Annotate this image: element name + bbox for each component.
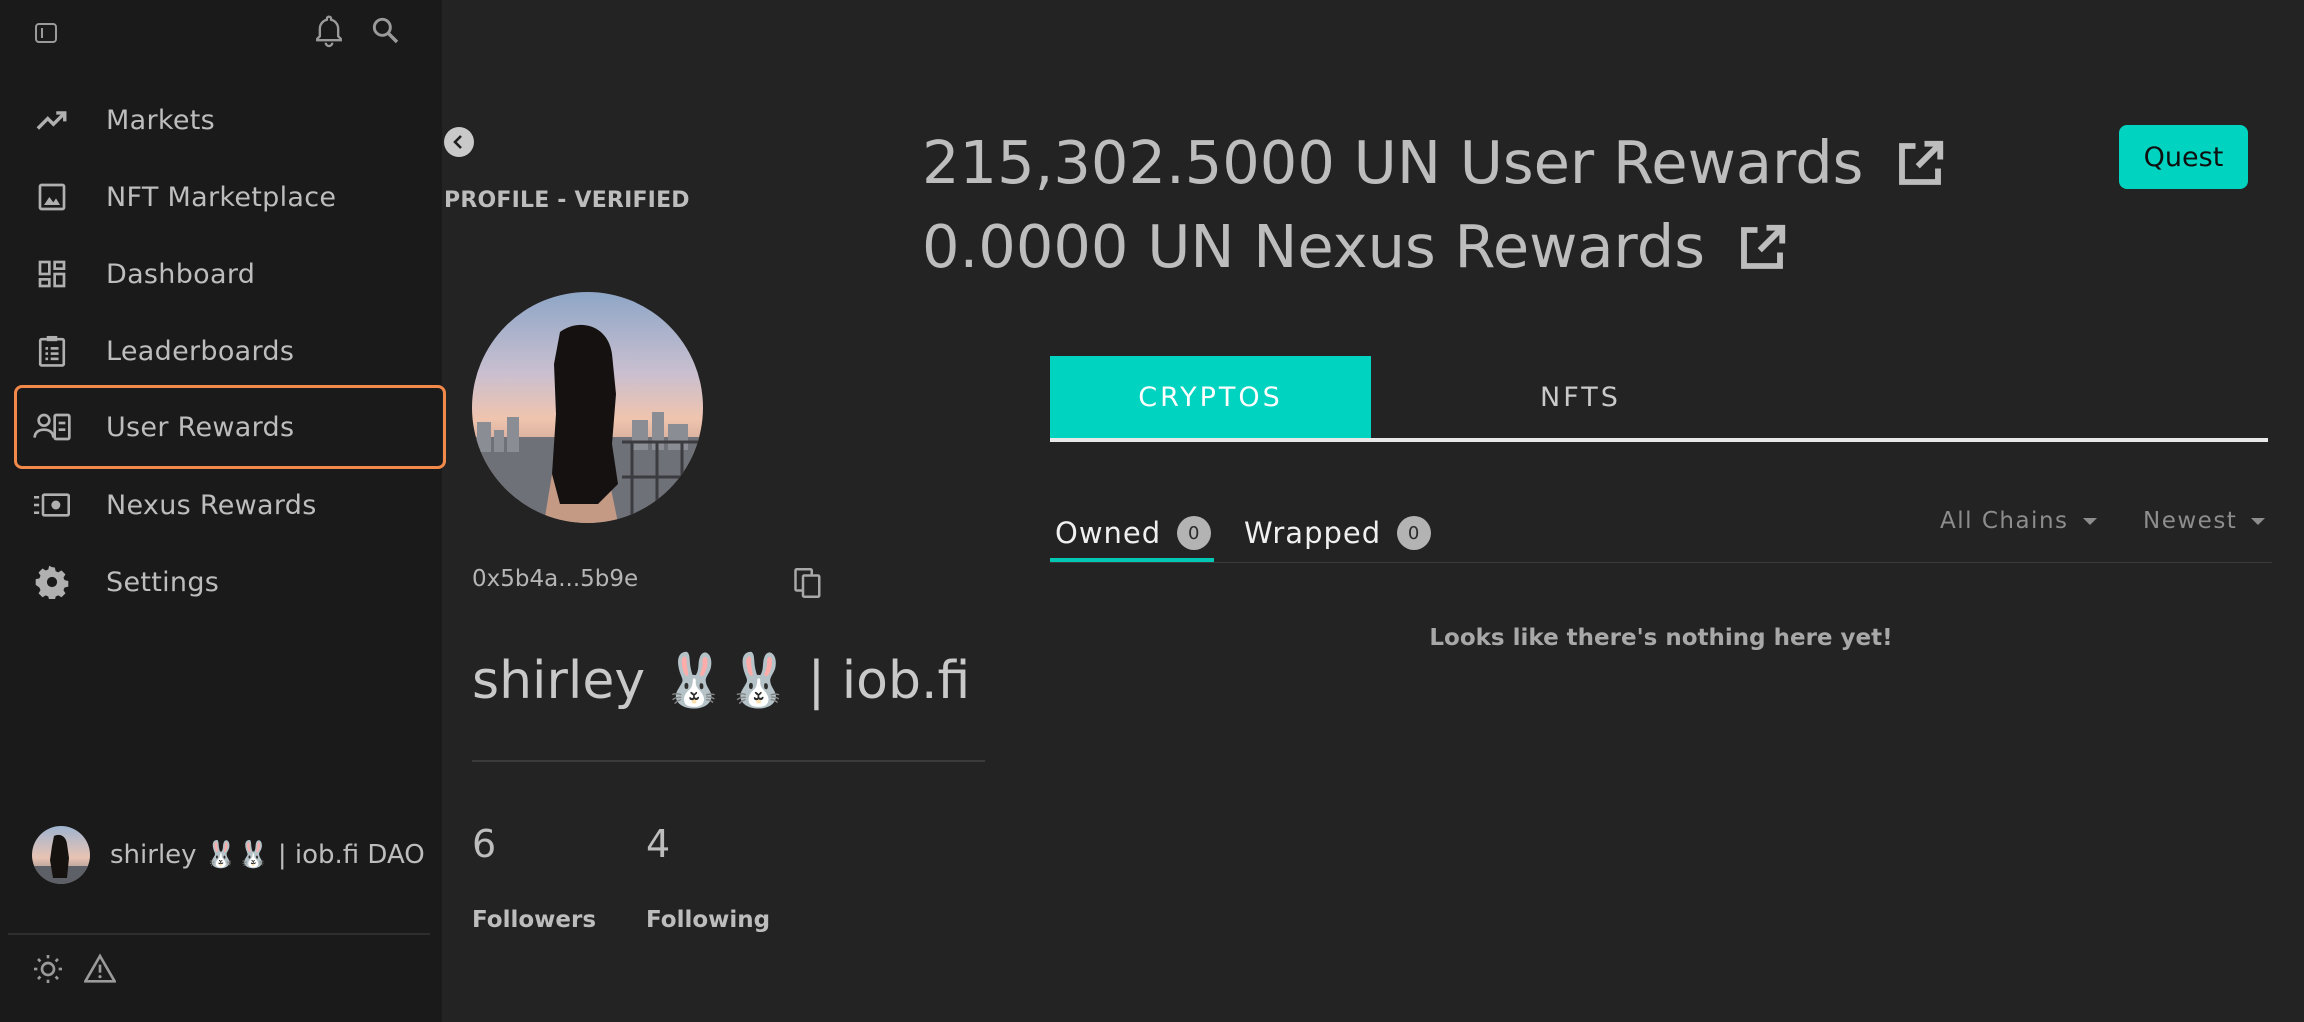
- image-icon: [32, 177, 72, 217]
- sidebar-item-settings[interactable]: Settings: [14, 540, 446, 624]
- warning-icon[interactable]: [83, 953, 117, 987]
- search-icon[interactable]: [369, 14, 401, 50]
- divider: [1050, 562, 2272, 563]
- followers-count: 6: [472, 822, 497, 866]
- trending-up-icon: [32, 100, 72, 140]
- wrapped-count-badge: 0: [1397, 516, 1432, 550]
- caret-down-icon: [2251, 517, 2266, 525]
- subtab-owned[interactable]: Owned 0: [1055, 516, 1212, 550]
- sidebar-item-leaderboards[interactable]: Leaderboards: [14, 309, 446, 393]
- tab-cryptos[interactable]: CRYPTOS: [1050, 356, 1371, 438]
- chain-filter-dropdown[interactable]: All Chains: [1940, 508, 2097, 534]
- nexus-rewards-total: 0.0000 UN Nexus Rewards: [922, 212, 1789, 281]
- sidebar-item-markets[interactable]: Markets: [14, 78, 446, 162]
- sidebar-item-label: User Rewards: [106, 411, 295, 443]
- profile-display-name: shirley 🐰🐰 | iob.fi ...: [472, 651, 992, 711]
- following-label[interactable]: Following: [646, 907, 770, 933]
- dashboard-icon: [32, 254, 72, 294]
- sidebar-toggle-icon[interactable]: [34, 21, 58, 49]
- sidebar-item-label: Nexus Rewards: [106, 489, 317, 521]
- profile-status: PROFILE - VERIFIED: [444, 188, 690, 213]
- wallet-address: 0x5b4a...5b9e: [472, 566, 639, 592]
- sidebar-item-label: Settings: [106, 566, 220, 598]
- back-button[interactable]: [444, 127, 474, 157]
- sidebar-item-label: Dashboard: [106, 258, 256, 290]
- user-rewards-text: 215,302.5000 UN User Rewards: [922, 128, 1864, 197]
- sidebar-item-nft-marketplace[interactable]: NFT Marketplace: [14, 155, 446, 239]
- tab-nfts[interactable]: NFTS: [1420, 356, 1741, 438]
- asset-tabs: CRYPTOS NFTS: [1050, 356, 2268, 442]
- subtab-owned-label: Owned: [1055, 516, 1162, 550]
- sort-value: Newest: [2143, 508, 2238, 534]
- copy-icon[interactable]: [793, 566, 823, 600]
- avatar: [32, 826, 90, 884]
- sidebar-user[interactable]: shirley 🐰🐰 | iob.fi DAO: [32, 826, 425, 884]
- sidebar-item-label: Markets: [106, 104, 215, 136]
- user-card-icon: [32, 407, 72, 447]
- sidebar-user-name: shirley 🐰🐰 | iob.fi DAO: [110, 840, 425, 870]
- sun-icon[interactable]: [32, 953, 64, 989]
- clipboard-list-icon: [32, 331, 72, 371]
- caret-down-icon: [2082, 517, 2097, 525]
- empty-state-message: Looks like there's nothing here yet!: [1429, 625, 1893, 651]
- subtab-wrapped[interactable]: Wrapped 0: [1244, 516, 1432, 550]
- subtab-wrapped-label: Wrapped: [1244, 516, 1382, 550]
- owned-count-badge: 0: [1177, 516, 1212, 550]
- profile-avatar: [472, 292, 703, 523]
- external-link-icon[interactable]: [1893, 136, 1947, 190]
- bell-icon[interactable]: [313, 14, 345, 52]
- quest-button[interactable]: Quest: [2119, 125, 2248, 189]
- chevron-left-icon: [453, 135, 462, 149]
- sidebar-item-user-rewards[interactable]: User Rewards: [14, 385, 446, 469]
- sidebar-item-nexus-rewards[interactable]: Nexus Rewards: [14, 463, 446, 547]
- chain-filter-value: All Chains: [1940, 508, 2069, 534]
- sidebar-item-label: NFT Marketplace: [106, 181, 337, 213]
- sidebar-item-dashboard[interactable]: Dashboard: [14, 232, 446, 316]
- external-link-icon[interactable]: [1735, 220, 1789, 274]
- following-count: 4: [646, 822, 671, 866]
- divider: [8, 933, 430, 935]
- nexus-rewards-text: 0.0000 UN Nexus Rewards: [922, 212, 1705, 281]
- divider: [472, 760, 985, 762]
- sidebar: Markets NFT Marketplace Dashboard Leader…: [0, 0, 446, 1022]
- sort-dropdown[interactable]: Newest: [2143, 508, 2266, 534]
- user-rewards-total: 215,302.5000 UN User Rewards: [922, 128, 1947, 197]
- followers-label[interactable]: Followers: [472, 907, 596, 933]
- sidebar-item-label: Leaderboards: [106, 335, 295, 367]
- money-icon: [32, 485, 72, 525]
- gear-icon: [32, 562, 72, 602]
